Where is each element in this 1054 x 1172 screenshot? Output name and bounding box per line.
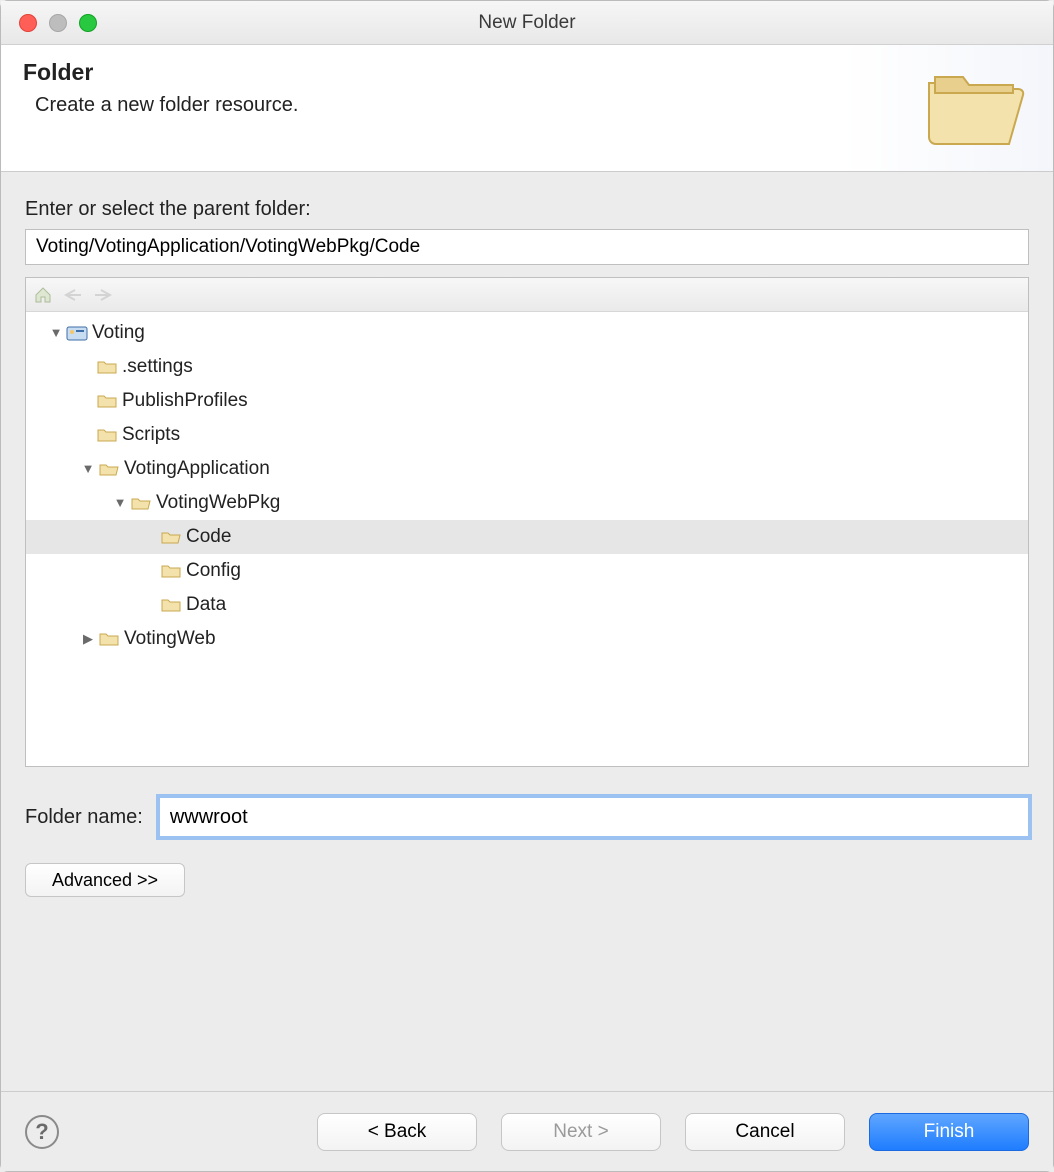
folder-open-icon bbox=[130, 494, 152, 512]
tree-item-config[interactable]: Config bbox=[26, 554, 1028, 588]
window-title: New Folder bbox=[1, 12, 1053, 34]
tree-label: .settings bbox=[122, 355, 193, 380]
dialog-title: Folder bbox=[23, 59, 298, 86]
window-controls bbox=[1, 14, 97, 32]
dialog-subtitle: Create a new folder resource. bbox=[35, 94, 298, 117]
tree-label: VotingWebPkg bbox=[156, 491, 280, 516]
tree-label: PublishProfiles bbox=[122, 389, 248, 414]
disclosure-down-icon[interactable]: ▼ bbox=[48, 325, 64, 342]
titlebar: New Folder bbox=[1, 1, 1053, 45]
folder-name-label: Folder name: bbox=[25, 806, 143, 829]
tree-label: VotingWeb bbox=[124, 627, 216, 652]
tree-label: VotingApplication bbox=[124, 457, 270, 482]
back-arrow-icon[interactable] bbox=[62, 284, 84, 306]
forward-arrow-icon[interactable] bbox=[92, 284, 114, 306]
tree-label: Voting bbox=[92, 321, 145, 346]
tree-label: Code bbox=[186, 525, 231, 550]
tree-item-data[interactable]: Data bbox=[26, 588, 1028, 622]
folder-icon bbox=[160, 562, 182, 580]
tree-item-votingweb[interactable]: ▶ VotingWeb bbox=[26, 622, 1028, 656]
dialog-footer: ? < Back Next > Cancel Finish bbox=[1, 1091, 1053, 1171]
disclosure-down-icon[interactable]: ▼ bbox=[80, 461, 96, 478]
project-icon bbox=[66, 324, 88, 342]
folder-open-icon bbox=[921, 59, 1031, 149]
folder-tree: ▼ Voting .settings PublishProfiles bbox=[25, 277, 1029, 767]
tree-item-scripts[interactable]: Scripts bbox=[26, 418, 1028, 452]
folder-open-icon bbox=[160, 528, 182, 546]
tree-item-voting[interactable]: ▼ Voting bbox=[26, 316, 1028, 350]
tree-item-code[interactable]: Code bbox=[26, 520, 1028, 554]
minimize-window-button[interactable] bbox=[49, 14, 67, 32]
tree-label: Config bbox=[186, 559, 241, 584]
tree-label: Data bbox=[186, 593, 226, 618]
disclosure-down-icon[interactable]: ▼ bbox=[112, 495, 128, 512]
folder-icon bbox=[160, 596, 182, 614]
home-icon[interactable] bbox=[32, 284, 54, 306]
help-icon[interactable]: ? bbox=[25, 1115, 59, 1149]
folder-icon bbox=[96, 426, 118, 444]
parent-folder-input[interactable] bbox=[25, 229, 1029, 265]
back-button[interactable]: < Back bbox=[317, 1113, 477, 1151]
next-button: Next > bbox=[501, 1113, 661, 1151]
tree-item-votingwebpkg[interactable]: ▼ VotingWebPkg bbox=[26, 486, 1028, 520]
folder-icon bbox=[98, 630, 120, 648]
cancel-button[interactable]: Cancel bbox=[685, 1113, 845, 1151]
folder-open-icon bbox=[98, 460, 120, 478]
close-window-button[interactable] bbox=[19, 14, 37, 32]
parent-folder-label: Enter or select the parent folder: bbox=[25, 198, 1029, 221]
tree-label: Scripts bbox=[122, 423, 180, 448]
dialog-header: Folder Create a new folder resource. bbox=[1, 45, 1053, 172]
tree-item-settings[interactable]: .settings bbox=[26, 350, 1028, 384]
folder-name-input[interactable] bbox=[159, 797, 1029, 837]
dialog-content: Enter or select the parent folder: ▼ Vot… bbox=[1, 172, 1053, 1091]
advanced-button[interactable]: Advanced >> bbox=[25, 863, 185, 897]
finish-button[interactable]: Finish bbox=[869, 1113, 1029, 1151]
tree-view[interactable]: ▼ Voting .settings PublishProfiles bbox=[26, 312, 1028, 766]
disclosure-right-icon[interactable]: ▶ bbox=[80, 631, 96, 648]
tree-item-votingapplication[interactable]: ▼ VotingApplication bbox=[26, 452, 1028, 486]
tree-toolbar bbox=[26, 278, 1028, 312]
folder-icon bbox=[96, 392, 118, 410]
folder-icon bbox=[96, 358, 118, 376]
maximize-window-button[interactable] bbox=[79, 14, 97, 32]
tree-item-publishprofiles[interactable]: PublishProfiles bbox=[26, 384, 1028, 418]
